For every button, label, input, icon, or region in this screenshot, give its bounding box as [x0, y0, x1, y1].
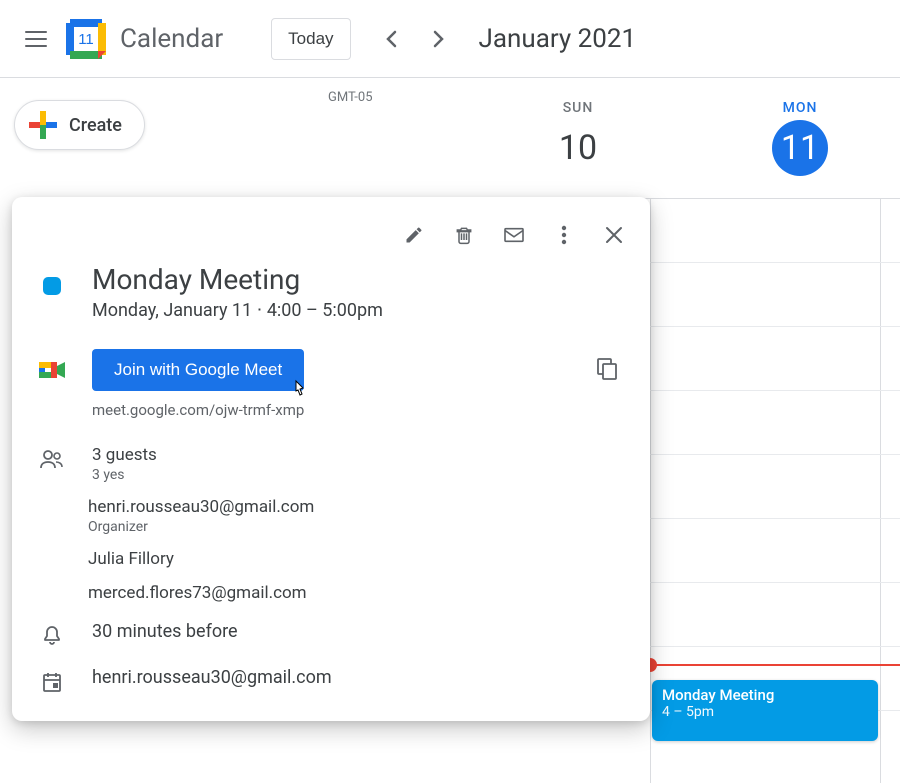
- envelope-icon: [503, 226, 525, 244]
- people-icon: [40, 449, 64, 469]
- reminder-text: 30 minutes before: [92, 621, 626, 642]
- calendar-row: henri.rousseau30@gmail.com: [32, 667, 626, 693]
- email-button[interactable]: [492, 213, 536, 257]
- copy-icon: [596, 357, 618, 381]
- dots-vertical-icon: [561, 225, 567, 245]
- guest-email: henri.rousseau30@gmail.com: [88, 497, 626, 517]
- guest-item[interactable]: Julia Fillory: [88, 549, 626, 569]
- grid-line: [650, 454, 900, 455]
- more-options-button[interactable]: [542, 213, 586, 257]
- copy-link-button[interactable]: [588, 349, 626, 389]
- join-meet-button[interactable]: Join with Google Meet: [92, 349, 304, 391]
- calendar-logo-icon: 11: [64, 17, 108, 61]
- cursor-pointer-icon: [290, 379, 308, 399]
- next-button[interactable]: [419, 19, 459, 59]
- reminder-row: 30 minutes before: [32, 621, 626, 647]
- grid-line: [650, 390, 900, 391]
- popup-actions: [12, 207, 650, 263]
- grid-line: [650, 262, 900, 263]
- guests-status: 3 yes: [92, 467, 626, 483]
- chevron-left-icon: [385, 30, 397, 48]
- day-abbr: MON: [700, 100, 900, 116]
- chevron-right-icon: [433, 30, 445, 48]
- event-time: 4 – 5pm: [662, 704, 868, 720]
- today-button[interactable]: Today: [271, 18, 350, 60]
- day-header-sun: SUN 10: [468, 100, 688, 176]
- close-icon: [605, 226, 623, 244]
- svg-text:11: 11: [78, 31, 94, 48]
- create-label: Create: [69, 115, 122, 136]
- meet-row: Join with Google Meet meet.google.com/oj…: [32, 349, 626, 419]
- app-logo-wrap: 11 Calendar: [64, 17, 223, 61]
- bell-icon: [42, 625, 62, 647]
- edit-button[interactable]: [392, 213, 436, 257]
- guest-item[interactable]: merced.flores73@gmail.com: [88, 583, 626, 603]
- guest-role: Organizer: [88, 519, 626, 535]
- event-details-popup: Monday Meeting Monday, January 11 ⋅ 4:00…: [12, 197, 650, 721]
- date-range-label: January 2021: [479, 24, 637, 54]
- guest-email: merced.flores73@gmail.com: [88, 583, 626, 603]
- event-color-chip: [43, 277, 61, 295]
- meet-url: meet.google.com/ojw-trmf-xmp: [92, 401, 304, 419]
- grid-line: [650, 518, 900, 519]
- day-num[interactable]: 11: [772, 120, 828, 176]
- calendar-icon: [42, 671, 62, 693]
- app-header: 11 Calendar Today January 2021: [0, 0, 900, 78]
- calendar-event[interactable]: Monday Meeting 4 – 5pm: [652, 680, 878, 741]
- date-nav: [371, 19, 459, 59]
- popup-event-title: Monday Meeting: [92, 263, 626, 296]
- event-title: Monday Meeting: [662, 686, 868, 704]
- day-header-mon: MON 11: [700, 100, 900, 176]
- grid-line: [650, 326, 900, 327]
- grid-divider: [880, 198, 881, 783]
- prev-button[interactable]: [371, 19, 411, 59]
- now-indicator: [650, 664, 900, 666]
- grid-divider: [650, 198, 651, 783]
- close-button[interactable]: [592, 213, 636, 257]
- guest-list: henri.rousseau30@gmail.com Organizer Jul…: [88, 497, 626, 603]
- title-row: Monday Meeting Monday, January 11 ⋅ 4:00…: [32, 263, 626, 321]
- google-meet-icon: [39, 359, 65, 381]
- hamburger-icon: [25, 31, 47, 47]
- grid-line: [650, 646, 900, 647]
- pencil-icon: [404, 225, 424, 245]
- guest-email: Julia Fillory: [88, 549, 626, 569]
- guest-item[interactable]: henri.rousseau30@gmail.com Organizer: [88, 497, 626, 535]
- delete-button[interactable]: [442, 213, 486, 257]
- app-name: Calendar: [120, 24, 223, 54]
- calendar-owner: henri.rousseau30@gmail.com: [92, 667, 626, 688]
- day-num[interactable]: 10: [550, 120, 606, 176]
- create-button[interactable]: Create: [14, 100, 145, 150]
- guests-count: 3 guests: [92, 445, 626, 465]
- popup-event-datetime: Monday, January 11 ⋅ 4:00 – 5:00pm: [92, 300, 626, 321]
- join-meet-label: Join with Google Meet: [114, 360, 282, 379]
- plus-icon: [29, 111, 57, 139]
- main-menu-button[interactable]: [12, 15, 60, 63]
- trash-icon: [454, 225, 474, 245]
- timezone-label: GMT-05: [328, 90, 373, 200]
- guests-row: 3 guests 3 yes: [32, 445, 626, 483]
- day-abbr: SUN: [468, 100, 688, 116]
- grid-line: [650, 582, 900, 583]
